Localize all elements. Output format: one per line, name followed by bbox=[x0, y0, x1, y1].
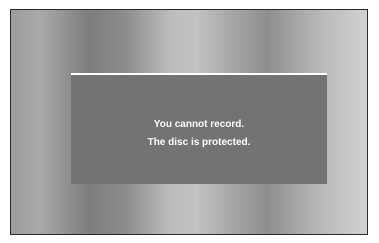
error-message-dialog: You cannot record. The disc is protected… bbox=[71, 73, 327, 184]
error-message: You cannot record. The disc is protected… bbox=[71, 116, 327, 152]
error-message-line-2: The disc is protected. bbox=[147, 137, 251, 148]
tv-screen: You cannot record. The disc is protected… bbox=[10, 9, 368, 235]
error-message-line-1: You cannot record. bbox=[153, 119, 245, 130]
